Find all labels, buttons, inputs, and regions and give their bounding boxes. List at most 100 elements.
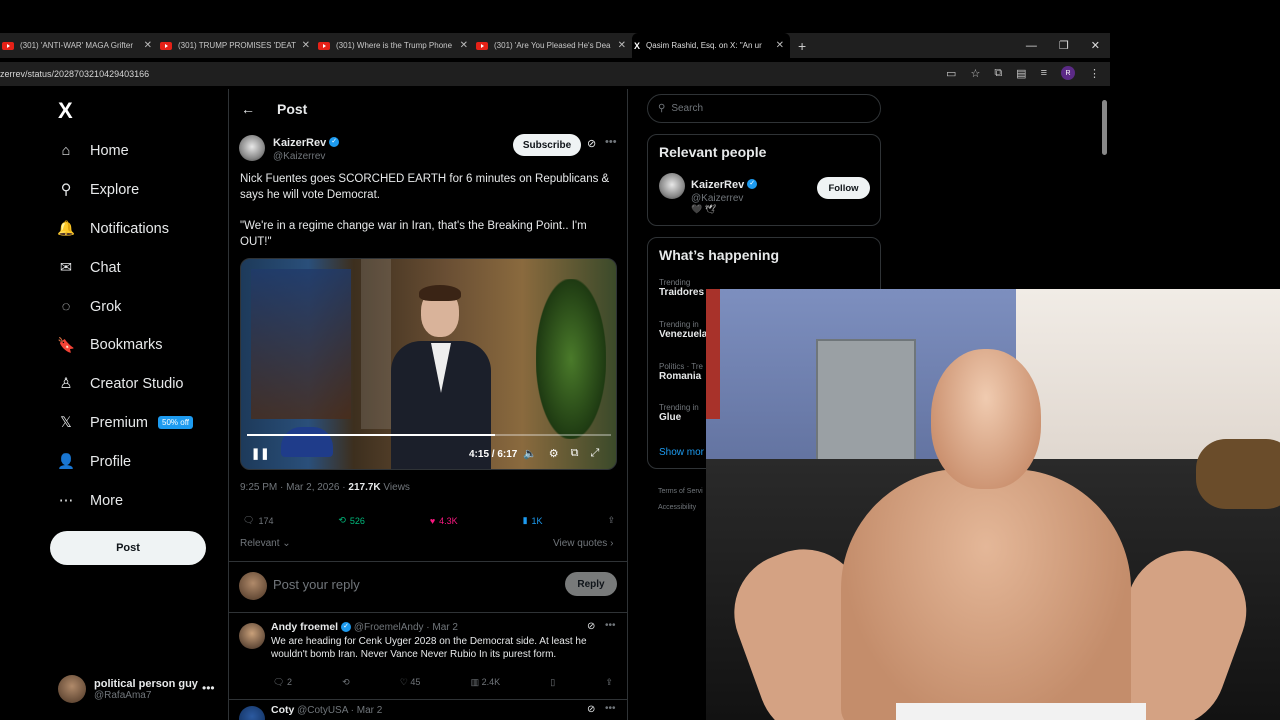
sidebar-item-profile[interactable]: 👤 Profile xyxy=(56,442,193,481)
reply-action[interactable]: 🗨 2 xyxy=(273,677,292,688)
profile-avatar[interactable]: R xyxy=(1061,66,1075,80)
like-action[interactable]: ♥ 4.3K xyxy=(430,515,458,526)
sidebar-item-notifications[interactable]: 🔔 Notifications xyxy=(56,210,193,249)
footer-link[interactable]: Accessibility xyxy=(658,500,703,516)
post-button[interactable]: Post xyxy=(50,531,206,565)
reply-action[interactable]: 🗨 174 xyxy=(243,515,273,526)
view-quotes-link[interactable]: View quotes › xyxy=(553,538,613,549)
grok-icon[interactable]: ⊘ xyxy=(587,621,595,632)
browser-toolbar: ▭ ☆ ⧉ ▤ ≡ R ⋮ xyxy=(946,66,1100,80)
follow-button[interactable]: Follow xyxy=(817,177,870,199)
cast-icon[interactable]: ▭ xyxy=(946,67,956,80)
settings-icon[interactable]: ⚙ xyxy=(549,447,559,460)
repost-action[interactable]: ⟲ xyxy=(342,677,350,688)
back-arrow-icon[interactable]: ← xyxy=(241,101,255,117)
repost-action[interactable]: ⟲ 526 xyxy=(338,515,365,526)
reply-author-name[interactable]: Coty xyxy=(271,704,294,716)
address-bar[interactable]: zerrev/status/2028703210429403166 ▭ ☆ ⧉ … xyxy=(0,62,1110,86)
browser-tab[interactable]: (301) 'Are You Pleased He's Dea ✕ xyxy=(474,33,632,58)
sidepanel-icon[interactable]: ▤ xyxy=(1016,67,1026,80)
menu-icon[interactable]: ⋮ xyxy=(1089,67,1100,80)
close-icon[interactable]: ✕ xyxy=(302,40,310,51)
account-switcher[interactable]: political person guy @RafaAma7 ••• xyxy=(58,675,215,703)
trend-category: Trending xyxy=(659,278,691,287)
chevron-right-icon: › xyxy=(610,538,614,549)
author-handle[interactable]: @Kaizerrev xyxy=(273,151,339,162)
pause-icon[interactable]: ❚❚ xyxy=(251,447,269,460)
video-player[interactable]: ❚❚ 4:15 / 6:17 🔈 ⚙ ⧉ ⤢ xyxy=(240,258,617,470)
close-icon[interactable]: ✕ xyxy=(618,40,626,51)
relevant-person-handle: @Kaizerrev xyxy=(691,193,744,204)
new-tab-button[interactable]: + xyxy=(798,38,806,54)
repost-count: 526 xyxy=(349,515,365,526)
sidebar-item-home[interactable]: ⌂ Home xyxy=(56,132,193,171)
extensions-icon[interactable]: ⧉ xyxy=(994,67,1002,80)
more-icon[interactable]: ••• xyxy=(605,703,616,714)
show-more-link[interactable]: Show mor xyxy=(659,447,704,458)
reply-button[interactable]: Reply xyxy=(565,572,617,596)
post-author[interactable]: KaizerRev ✓ @Kaizerrev xyxy=(239,133,340,162)
author-name[interactable]: KaizerRev xyxy=(273,137,326,149)
repost-icon: ⟲ xyxy=(342,677,350,687)
close-icon[interactable]: ✕ xyxy=(144,40,152,51)
close-icon[interactable]: ✕ xyxy=(460,40,468,51)
search-input[interactable]: ⚲ Search xyxy=(647,94,881,123)
window-close-icon[interactable]: ✕ xyxy=(1091,39,1100,52)
browser-tab[interactable]: (301) Where is the Trump Phone ✕ xyxy=(316,33,474,58)
avatar[interactable] xyxy=(239,623,265,649)
sidebar-item-premium[interactable]: 𝕏 Premium 50% off xyxy=(56,404,193,443)
more-icon[interactable]: ••• xyxy=(202,681,215,695)
share-action[interactable]: ⇪ xyxy=(605,677,613,688)
chevron-down-icon: ⌄ xyxy=(282,538,291,549)
video-progress-bar[interactable] xyxy=(247,434,611,436)
grok-icon[interactable]: ⊘ xyxy=(587,704,595,715)
trend-item[interactable]: Trending in Venezuela xyxy=(659,320,707,340)
more-icon[interactable]: ••• xyxy=(605,136,617,148)
sidebar-item-more[interactable]: ⋯ More xyxy=(56,481,193,520)
bookmark-action[interactable]: ▮ 1K xyxy=(523,515,543,526)
whats-happening-title: What’s happening xyxy=(659,247,780,263)
avatar[interactable] xyxy=(659,173,685,199)
url-text[interactable]: zerrev/status/2028703210429403166 xyxy=(0,69,149,79)
fullscreen-icon[interactable]: ⤢ xyxy=(590,447,599,460)
restore-icon[interactable]: ❐ xyxy=(1059,39,1069,52)
trend-item[interactable]: Politics · Tre Romania xyxy=(659,362,703,382)
reply-author-name[interactable]: Andy froemel xyxy=(271,621,338,633)
youtube-icon xyxy=(160,41,172,50)
share-action[interactable]: ⇪ xyxy=(607,515,615,526)
sidebar-item-creator-studio[interactable]: ♙ Creator Studio xyxy=(56,365,193,404)
trend-item[interactable]: Trending in Glue xyxy=(659,403,699,423)
video-background xyxy=(251,269,351,419)
trend-item[interactable]: Trending Traidores xyxy=(659,278,704,298)
x-logo[interactable]: X xyxy=(58,98,73,124)
reply-input[interactable]: Post your reply xyxy=(273,577,360,592)
relevant-person-name[interactable]: KaizerRev xyxy=(691,179,744,191)
volume-icon[interactable]: 🔈 xyxy=(523,447,537,460)
bookmark-action[interactable]: ▯ xyxy=(550,677,555,688)
star-icon[interactable]: ☆ xyxy=(970,67,980,80)
reply-tweet[interactable]: Coty @CotyUSA · Mar 2 ⊘ ••• xyxy=(229,699,627,720)
avatar[interactable] xyxy=(239,134,265,161)
subscribe-button[interactable]: Subscribe xyxy=(513,134,581,156)
verified-icon: ✓ xyxy=(341,622,352,633)
grok-icon[interactable]: ⊘ xyxy=(587,137,596,150)
like-action[interactable]: ♡ 45 xyxy=(400,677,421,688)
sidebar-item-grok[interactable]: ◌ Grok xyxy=(56,287,193,326)
like-count: 45 xyxy=(410,677,421,687)
more-icon[interactable]: ••• xyxy=(605,620,616,631)
scrollbar-thumb[interactable] xyxy=(1102,100,1107,155)
pip-icon[interactable]: ⧉ xyxy=(571,447,579,460)
sort-dropdown[interactable]: Relevant ⌄ xyxy=(240,538,291,549)
sidebar-item-explore[interactable]: ⚲ Explore xyxy=(56,171,193,210)
media-icon[interactable]: ≡ xyxy=(1041,67,1047,79)
browser-tab-active[interactable]: X Qasim Rashid, Esq. on X: "An ur ✕ xyxy=(632,33,790,58)
views-action[interactable]: ▥ 2.4K xyxy=(471,677,501,688)
browser-tab[interactable]: (301) TRUMP PROMISES 'DEATH ✕ xyxy=(158,33,316,58)
browser-tab[interactable]: (301) 'ANTI-WAR' MAGA Grifter ✕ xyxy=(0,33,158,58)
minimize-icon[interactable]: — xyxy=(1026,40,1037,52)
close-icon[interactable]: ✕ xyxy=(776,40,784,51)
footer-link[interactable]: Terms of Servi xyxy=(658,484,703,500)
avatar[interactable] xyxy=(239,706,265,720)
sidebar-item-chat[interactable]: ✉ Chat xyxy=(56,248,193,287)
sidebar-item-bookmarks[interactable]: 🔖 Bookmarks xyxy=(56,326,193,365)
